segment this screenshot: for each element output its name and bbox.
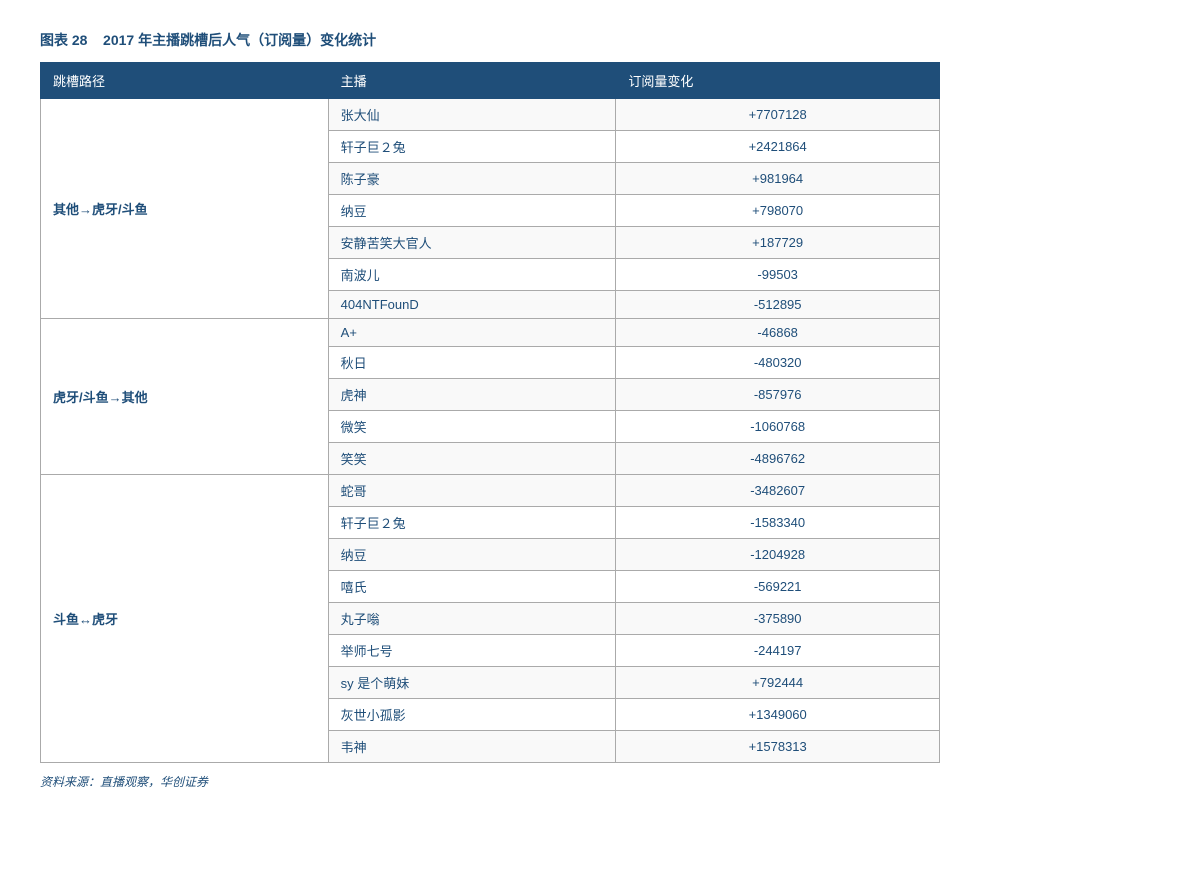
host-cell: 南波儿 — [328, 259, 616, 291]
chart-title: 图表 28 2017 年主播跳槽后人气（订阅量）变化统计 — [40, 30, 1151, 50]
change-cell: +798070 — [616, 195, 940, 227]
change-cell: -46868 — [616, 319, 940, 347]
host-cell: 丸子嗡 — [328, 603, 616, 635]
host-cell: 轩子巨２兔 — [328, 131, 616, 163]
change-cell: +1578313 — [616, 731, 940, 763]
host-cell: 嘻氏 — [328, 571, 616, 603]
host-cell: 纳豆 — [328, 195, 616, 227]
change-cell: +187729 — [616, 227, 940, 259]
change-cell: -244197 — [616, 635, 940, 667]
col-header-path: 跳槽路径 — [41, 63, 329, 99]
host-cell: A+ — [328, 319, 616, 347]
host-cell: 安静苦笑大官人 — [328, 227, 616, 259]
change-cell: -3482607 — [616, 475, 940, 507]
table-row: 斗鱼↔虎牙蛇哥-3482607 — [41, 475, 940, 507]
host-cell: 灰世小孤影 — [328, 699, 616, 731]
change-cell: -4896762 — [616, 443, 940, 475]
col-header-host: 主播 — [328, 63, 616, 99]
chart-text: 2017 年主播跳槽后人气（订阅量）变化统计 — [103, 32, 376, 48]
change-cell: -1204928 — [616, 539, 940, 571]
host-cell: 纳豆 — [328, 539, 616, 571]
change-cell: +792444 — [616, 667, 940, 699]
change-cell: -512895 — [616, 291, 940, 319]
host-cell: sy 是个萌妹 — [328, 667, 616, 699]
change-cell: +1349060 — [616, 699, 940, 731]
host-cell: 秋日 — [328, 347, 616, 379]
source-note: 资料来源：直播观察，华创证券 — [40, 773, 940, 790]
change-cell: -1583340 — [616, 507, 940, 539]
group-path-cell: 虎牙/斗鱼→其他 — [41, 319, 329, 475]
host-cell: 韦神 — [328, 731, 616, 763]
col-header-change: 订阅量变化 — [616, 63, 940, 99]
change-cell: +2421864 — [616, 131, 940, 163]
change-cell: -99503 — [616, 259, 940, 291]
change-cell: +7707128 — [616, 99, 940, 131]
host-cell: 张大仙 — [328, 99, 616, 131]
table-header-row: 跳槽路径 主播 订阅量变化 — [41, 63, 940, 99]
change-cell: -857976 — [616, 379, 940, 411]
host-cell: 蛇哥 — [328, 475, 616, 507]
host-cell: 举师七号 — [328, 635, 616, 667]
host-cell: 陈子豪 — [328, 163, 616, 195]
host-cell: 虎神 — [328, 379, 616, 411]
table-row: 其他→虎牙/斗鱼张大仙+7707128 — [41, 99, 940, 131]
chart-number: 图表 28 — [40, 32, 87, 48]
host-cell: 404NTFounD — [328, 291, 616, 319]
data-table: 跳槽路径 主播 订阅量变化 其他→虎牙/斗鱼张大仙+7707128轩子巨２兔+2… — [40, 62, 940, 763]
host-cell: 轩子巨２兔 — [328, 507, 616, 539]
host-cell: 微笑 — [328, 411, 616, 443]
change-cell: -569221 — [616, 571, 940, 603]
change-cell: -1060768 — [616, 411, 940, 443]
group-path-cell: 斗鱼↔虎牙 — [41, 475, 329, 763]
table-row: 虎牙/斗鱼→其他A+-46868 — [41, 319, 940, 347]
host-cell: 笑笑 — [328, 443, 616, 475]
group-path-cell: 其他→虎牙/斗鱼 — [41, 99, 329, 319]
change-cell: +981964 — [616, 163, 940, 195]
change-cell: -375890 — [616, 603, 940, 635]
change-cell: -480320 — [616, 347, 940, 379]
